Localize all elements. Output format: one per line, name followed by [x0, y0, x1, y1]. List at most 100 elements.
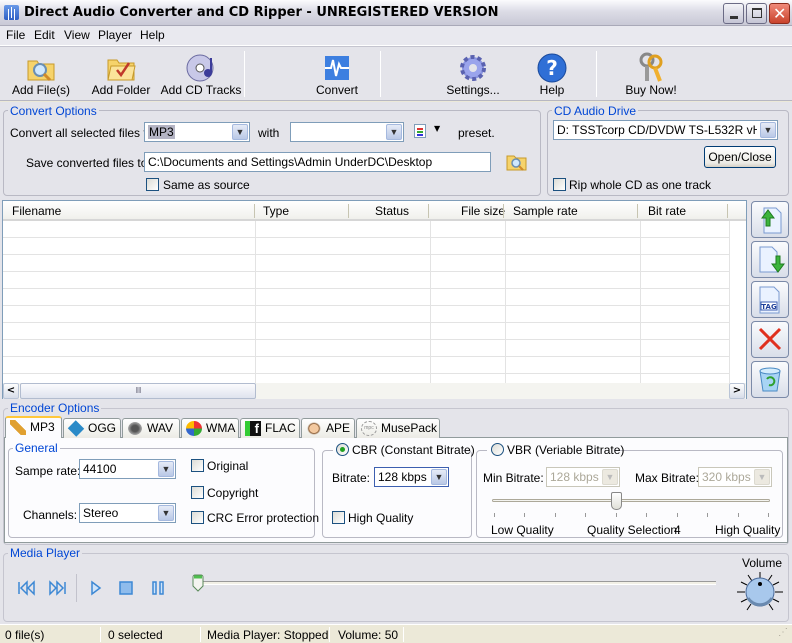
chevron-down-icon[interactable]: ▼	[158, 461, 174, 477]
column-header-type[interactable]: Type	[263, 204, 289, 218]
column-divider	[428, 204, 429, 218]
high-quality-checkbox[interactable]	[332, 511, 345, 524]
chevron-down-icon[interactable]: ▼	[602, 469, 618, 485]
rip-whole-cd-checkbox[interactable]	[553, 178, 566, 191]
next-track-icon	[49, 580, 66, 596]
menu-edit[interactable]: Edit	[34, 28, 55, 42]
pause-icon	[152, 581, 164, 595]
minimize-button[interactable]	[723, 3, 744, 24]
tab-flac[interactable]: f FLAC	[240, 418, 300, 438]
cd-icon	[186, 54, 214, 82]
column-header-sample-rate[interactable]: Sample rate	[513, 204, 578, 218]
cbr-radio[interactable]	[336, 443, 349, 456]
cd-drive-select[interactable]: D: TSSTcorp CD/DVDW TS-L532R vHAC ▼	[553, 120, 778, 140]
tab-ogg[interactable]: OGG	[63, 418, 121, 438]
stop-button[interactable]	[118, 580, 134, 596]
column-header-file-size[interactable]: File size	[461, 204, 505, 218]
column-gridline	[505, 221, 506, 383]
next-track-button[interactable]	[47, 580, 67, 596]
close-button[interactable]: ✕	[769, 3, 790, 24]
convert-button[interactable]: Convert	[306, 47, 368, 101]
chevron-down-icon[interactable]: ▼	[754, 469, 770, 485]
status-separator	[100, 627, 101, 642]
tab-ape[interactable]: APE	[301, 418, 355, 438]
max-bitrate-select[interactable]: 320 kbps ▼	[698, 467, 772, 487]
bitrate-select[interactable]: 128 kbps ▼	[374, 467, 449, 487]
browse-folder-icon[interactable]	[506, 152, 528, 172]
scroll-right-button[interactable]: >	[729, 383, 745, 399]
column-header-bit-rate[interactable]: Bit rate	[648, 204, 686, 218]
preset-dropdown-arrow-icon[interactable]: ▼	[434, 124, 440, 133]
quality-slider-thumb[interactable]	[610, 492, 622, 510]
with-label: with	[258, 126, 280, 140]
tab-mp3[interactable]: MP3	[5, 416, 62, 438]
tab-wma[interactable]: WMA	[181, 418, 239, 438]
play-button[interactable]	[89, 580, 103, 596]
original-checkbox[interactable]	[191, 459, 204, 472]
move-down-button[interactable]	[751, 241, 789, 278]
svg-text:?: ?	[546, 56, 558, 80]
file-list[interactable]: Filename Type Status File size Sample ra…	[2, 200, 747, 399]
menu-player[interactable]: Player	[98, 28, 132, 42]
quality-slider-track[interactable]	[492, 499, 770, 502]
sample-rate-select[interactable]: 44100 ▼	[79, 459, 176, 479]
move-up-button[interactable]	[751, 201, 789, 238]
column-divider	[254, 204, 255, 218]
quality-selection-value: 4	[674, 523, 681, 537]
add-cd-tracks-button[interactable]: Add CD Tracks	[160, 47, 242, 101]
resize-grip-icon[interactable]: ⋰	[778, 627, 788, 638]
save-path-input[interactable]: C:\Documents and Settings\Admin UnderDC\…	[144, 152, 491, 172]
seek-slider-thumb[interactable]	[192, 574, 204, 592]
preset-select[interactable]: ▼	[290, 122, 404, 142]
seek-slider-track[interactable]	[196, 581, 716, 585]
min-bitrate-select[interactable]: 128 kbps ▼	[546, 467, 620, 487]
chevron-down-icon[interactable]: ▼	[386, 124, 402, 140]
column-header-status[interactable]: Status	[375, 204, 409, 218]
quality-tick	[646, 513, 648, 517]
open-close-button[interactable]: Open/Close	[704, 146, 776, 168]
wma-icon	[186, 421, 202, 436]
add-folder-button[interactable]: Add Folder	[88, 47, 154, 101]
maximize-icon	[752, 8, 762, 18]
menu-view[interactable]: View	[64, 28, 90, 42]
edit-tag-button[interactable]: TAG	[751, 281, 789, 318]
menu-file[interactable]: File	[6, 28, 25, 42]
previous-track-button[interactable]	[17, 580, 37, 596]
channels-select[interactable]: Stereo ▼	[79, 503, 176, 523]
same-as-source-checkbox[interactable]	[146, 178, 159, 191]
sample-rate-label: Sampe rate:	[15, 464, 81, 478]
tab-musepack[interactable]: mpc MusePack	[356, 418, 440, 438]
add-files-button[interactable]: Add File(s)	[10, 47, 72, 101]
clear-list-button[interactable]	[751, 361, 789, 398]
quality-tick	[524, 513, 526, 517]
chevron-down-icon[interactable]: ▼	[760, 122, 776, 138]
volume-knob[interactable]	[735, 570, 785, 614]
help-icon: ?	[537, 53, 567, 83]
status-separator	[329, 627, 330, 642]
settings-button[interactable]: Settings...	[442, 47, 504, 101]
scroll-left-button[interactable]: <	[3, 383, 19, 399]
chevron-down-icon[interactable]: ▼	[232, 124, 248, 140]
pause-button[interactable]	[150, 580, 166, 596]
crc-checkbox[interactable]	[191, 511, 204, 524]
menu-help[interactable]: Help	[140, 28, 165, 42]
vbr-radio[interactable]	[491, 443, 504, 456]
format-select[interactable]: MP3 ▼	[144, 122, 250, 142]
convert-options-title: Convert Options	[8, 104, 99, 118]
app-icon	[4, 5, 19, 20]
column-header-filename[interactable]: Filename	[12, 204, 61, 218]
tab-wav[interactable]: WAV	[122, 418, 180, 438]
column-gridline	[729, 221, 730, 383]
maximize-button[interactable]	[746, 3, 767, 24]
close-icon: ✕	[773, 4, 787, 23]
chevron-down-icon[interactable]: ▼	[431, 469, 447, 485]
remove-button[interactable]	[751, 321, 789, 358]
preset-menu-icon[interactable]	[414, 124, 426, 138]
horizontal-scrollbar[interactable]: < IIII >	[3, 383, 746, 399]
buy-now-button[interactable]: Buy Now!	[620, 47, 682, 101]
scroll-thumb[interactable]: IIII	[20, 383, 256, 399]
chevron-down-icon[interactable]: ▼	[158, 505, 174, 521]
help-button[interactable]: ? Help	[530, 47, 574, 101]
quality-tick	[768, 513, 769, 517]
copyright-checkbox[interactable]	[191, 486, 204, 499]
